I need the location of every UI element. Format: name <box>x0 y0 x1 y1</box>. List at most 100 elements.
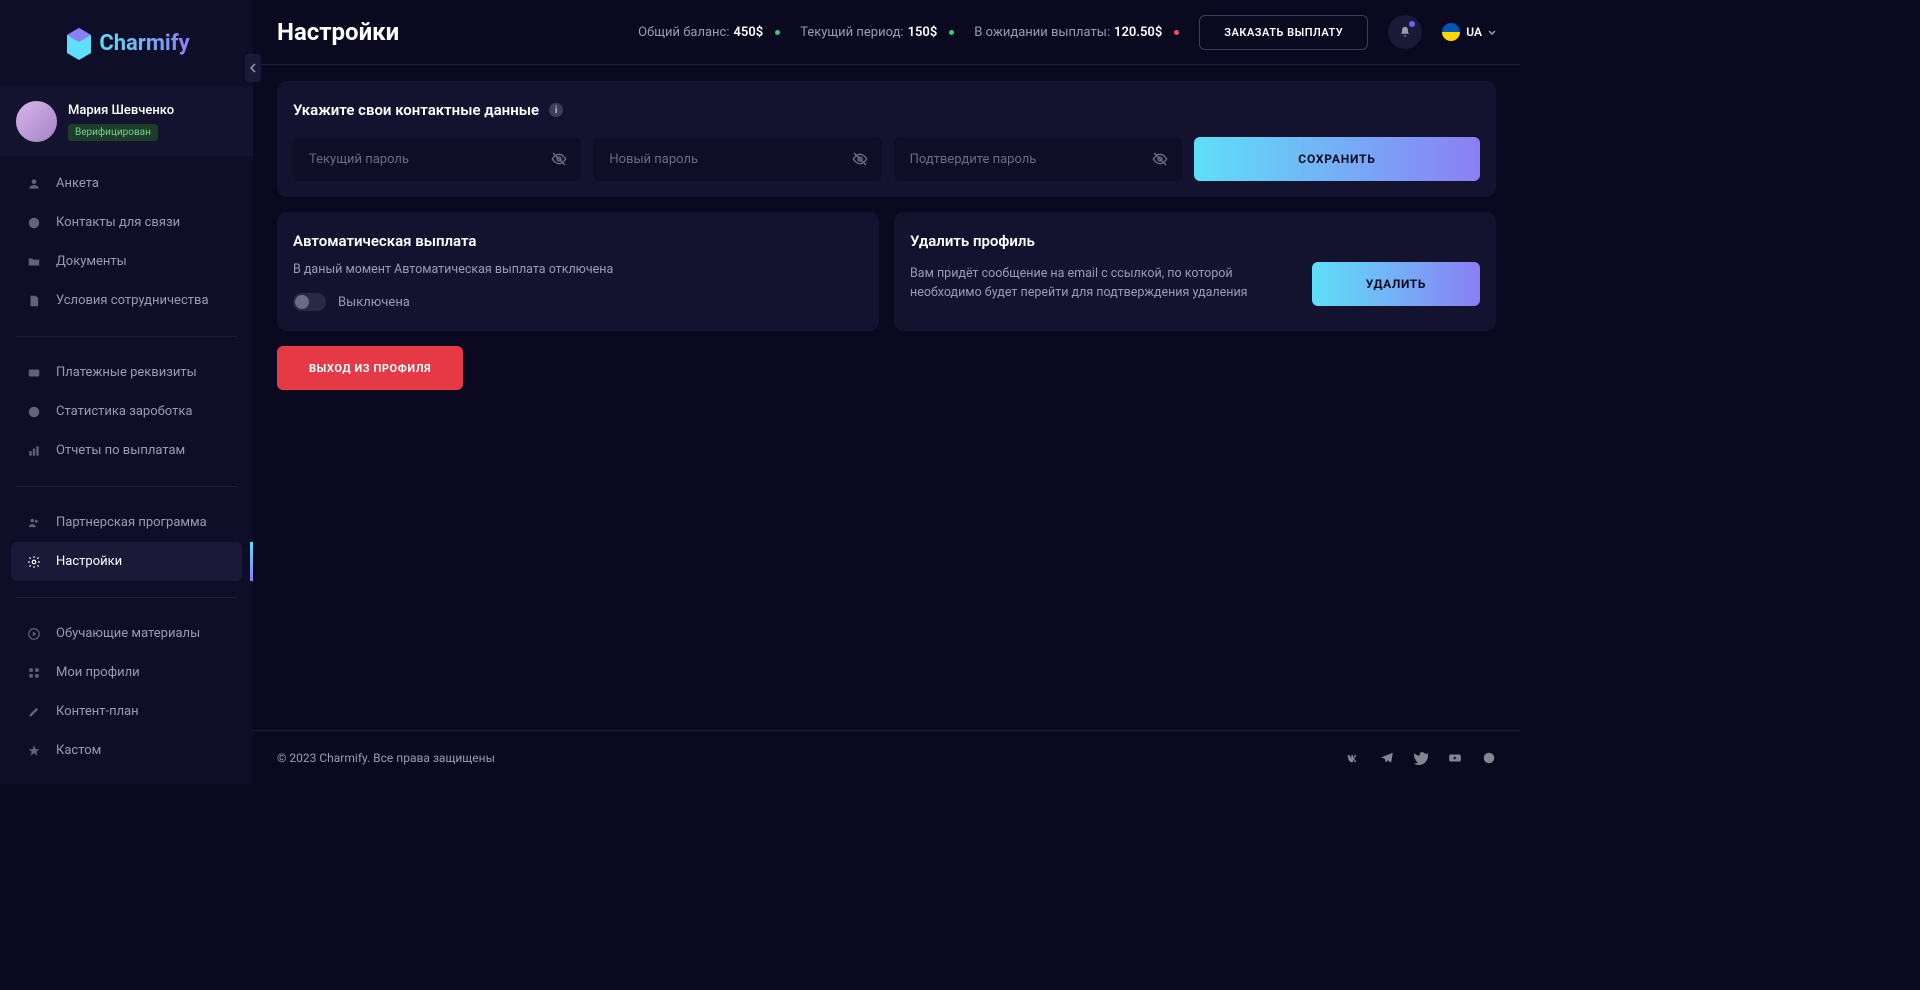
sidebar-item-label: Контент-план <box>56 704 139 719</box>
input-wrapper-confirm <box>894 137 1182 181</box>
current-password-input[interactable] <box>293 137 581 181</box>
main: Настройки Общий баланс: 450$ Текущий пер… <box>253 0 1520 784</box>
twitter-icon[interactable] <box>1414 751 1428 765</box>
sidebar-item-label: Обучающие материалы <box>56 626 200 641</box>
sidebar-item-label: Платежные реквизиты <box>56 365 197 380</box>
piechart-icon <box>27 405 41 419</box>
autopay-card: Автоматическая выплата В даный момент Ав… <box>277 212 879 331</box>
toggle-label: Выключена <box>338 295 410 310</box>
vk-icon[interactable] <box>1346 751 1360 765</box>
form-row: СОХРАНИТЬ <box>293 137 1480 181</box>
pencil-icon <box>27 705 41 719</box>
logo-icon <box>63 26 95 62</box>
header: Настройки Общий баланс: 450$ Текущий пер… <box>253 0 1520 65</box>
brand-name: Charmify <box>99 31 189 56</box>
notifications-button[interactable] <box>1388 15 1422 49</box>
card-icon <box>27 366 41 380</box>
toggle-knob <box>295 295 309 309</box>
eye-off-icon[interactable] <box>1152 151 1168 167</box>
user-card[interactable]: Мария Шевченко Верифицирован <box>0 87 253 156</box>
logo[interactable]: Charmify <box>63 26 189 62</box>
eye-off-icon[interactable] <box>852 151 868 167</box>
autopay-toggle[interactable] <box>293 293 326 311</box>
sidebar-item-myprofiles[interactable]: Мои профили <box>0 653 253 692</box>
status-dot <box>1174 30 1179 35</box>
logo-area: Charmify <box>0 0 253 87</box>
gear-icon <box>27 555 41 569</box>
delete-card: Удалить профиль Вам придёт сообщение на … <box>894 212 1496 331</box>
skype-icon[interactable] <box>1482 751 1496 765</box>
avatar <box>16 101 57 142</box>
balance-pending: В ожидании выплаты: 120.50$ <box>974 25 1179 40</box>
sidebar-item-label: Статистика зароботка <box>56 404 192 419</box>
sidebar-item-label: Кастом <box>56 743 101 758</box>
cards-row: Автоматическая выплата В даный момент Ав… <box>277 212 1496 331</box>
flag-icon <box>1442 23 1460 41</box>
delete-button[interactable]: УДАЛИТЬ <box>1312 262 1480 306</box>
save-button[interactable]: СОХРАНИТЬ <box>1194 137 1480 181</box>
sidebar-item-label: Настройки <box>56 554 122 569</box>
divider <box>16 336 237 337</box>
info-icon[interactable]: i <box>549 103 563 117</box>
sidebar-item-partner[interactable]: Партнерская программа <box>0 503 253 542</box>
grid-icon <box>27 666 41 680</box>
sidebar-item-payment[interactable]: Платежные реквизиты <box>0 353 253 392</box>
users-icon <box>27 516 41 530</box>
telegram-icon[interactable] <box>1380 751 1394 765</box>
folder-icon <box>27 255 41 269</box>
social-row <box>1346 751 1496 765</box>
card-title: Удалить профиль <box>910 232 1480 250</box>
sidebar-item-documents[interactable]: Документы <box>0 242 253 281</box>
barchart-icon <box>27 444 41 458</box>
collapse-sidebar-button[interactable] <box>245 54 261 82</box>
payout-button[interactable]: ЗАКАЗАТЬ ВЫПЛАТУ <box>1199 15 1368 50</box>
footer: © 2023 Charmify. Все права защищены <box>253 730 1520 784</box>
sidebar-item-settings[interactable]: Настройки <box>11 542 242 581</box>
notification-dot <box>1409 21 1415 27</box>
status-dot <box>949 30 954 35</box>
content: Укажите свои контактные данные i СОХРАНИ… <box>253 65 1520 730</box>
new-password-input[interactable] <box>593 137 881 181</box>
card-desc: В даный момент Автоматическая выплата от… <box>293 262 863 277</box>
chevron-down-icon <box>1488 30 1496 35</box>
chat-icon <box>27 216 41 230</box>
star-icon <box>27 744 41 758</box>
toggle-row: Выключена <box>293 293 863 311</box>
page-title: Настройки <box>277 18 399 46</box>
sidebar-item-label: Отчеты по выплатам <box>56 443 185 458</box>
logout-button[interactable]: ВЫХОД ИЗ ПРОФИЛЯ <box>277 346 463 390</box>
nav-section-4: Обучающие материалы Мои профили Контент-… <box>0 606 253 778</box>
sidebar-item-learning[interactable]: Обучающие материалы <box>0 614 253 653</box>
divider <box>16 597 237 598</box>
nav-section-2: Платежные реквизиты Статистика зароботка… <box>0 345 253 478</box>
sidebar: Charmify Мария Шевченко Верифицирован Ан… <box>0 0 253 784</box>
divider <box>16 486 237 487</box>
play-icon <box>27 627 41 641</box>
language-selector[interactable]: UA <box>1442 23 1496 41</box>
sidebar-item-label: Документы <box>56 254 127 269</box>
sidebar-item-label: Анкета <box>56 176 99 191</box>
confirm-password-input[interactable] <box>894 137 1182 181</box>
sidebar-item-contacts[interactable]: Контакты для связи <box>0 203 253 242</box>
sidebar-item-reports[interactable]: Отчеты по выплатам <box>0 431 253 470</box>
sidebar-item-stats[interactable]: Статистика зароботка <box>0 392 253 431</box>
sidebar-item-terms[interactable]: Условия сотрудничества <box>0 281 253 320</box>
delete-desc: Вам придёт сообщение на email с ссылкой,… <box>910 265 1282 303</box>
youtube-icon[interactable] <box>1448 751 1462 765</box>
lang-code: UA <box>1466 25 1482 39</box>
sidebar-item-contentplan[interactable]: Контент-план <box>0 692 253 731</box>
file-icon <box>27 294 41 308</box>
section-heading: Укажите свои контактные данные i <box>293 101 1480 119</box>
copyright: © 2023 Charmify. Все права защищены <box>277 751 495 765</box>
card-title: Автоматическая выплата <box>293 232 863 250</box>
user-name: Мария Шевченко <box>68 103 174 118</box>
sidebar-item-custom[interactable]: Кастом <box>0 731 253 770</box>
input-wrapper-new <box>593 137 881 181</box>
nav-section-1: Анкета Контакты для связи Документы Усло… <box>0 156 253 328</box>
sidebar-item-label: Контакты для связи <box>56 215 180 230</box>
user-info: Мария Шевченко Верифицирован <box>68 103 174 141</box>
sidebar-item-label: Условия сотрудничества <box>56 293 209 308</box>
sidebar-item-profile[interactable]: Анкета <box>0 164 253 203</box>
eye-off-icon[interactable] <box>551 151 567 167</box>
bell-icon <box>1398 25 1412 39</box>
